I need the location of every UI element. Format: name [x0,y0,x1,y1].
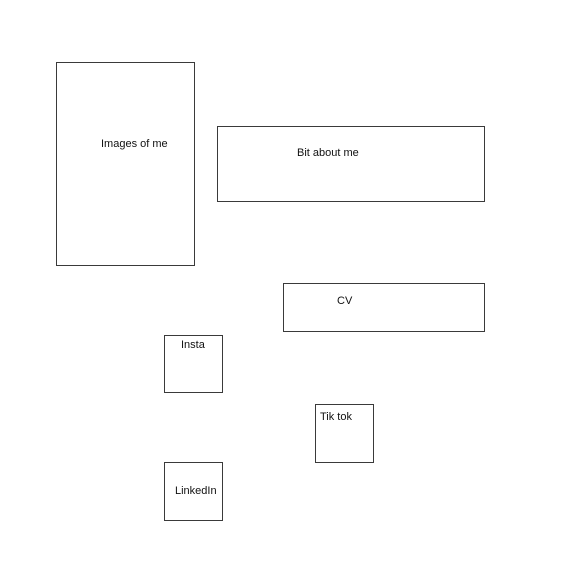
tiktok-label: Tik tok [320,411,352,423]
cv-label: CV [337,295,353,307]
linkedin-label: LinkedIn [175,485,217,497]
insta-label: Insta [181,339,205,351]
cv-link-box[interactable]: CV [283,283,485,332]
tiktok-link-box[interactable]: Tik tok [315,404,374,463]
images-of-me-placeholder: Images of me [56,62,195,266]
about-me-label: Bit about me [297,147,359,159]
images-of-me-label: Images of me [101,138,168,150]
about-me-placeholder: Bit about me [217,126,485,202]
insta-link-box[interactable]: Insta [164,335,223,393]
linkedin-link-box[interactable]: LinkedIn [164,462,223,521]
